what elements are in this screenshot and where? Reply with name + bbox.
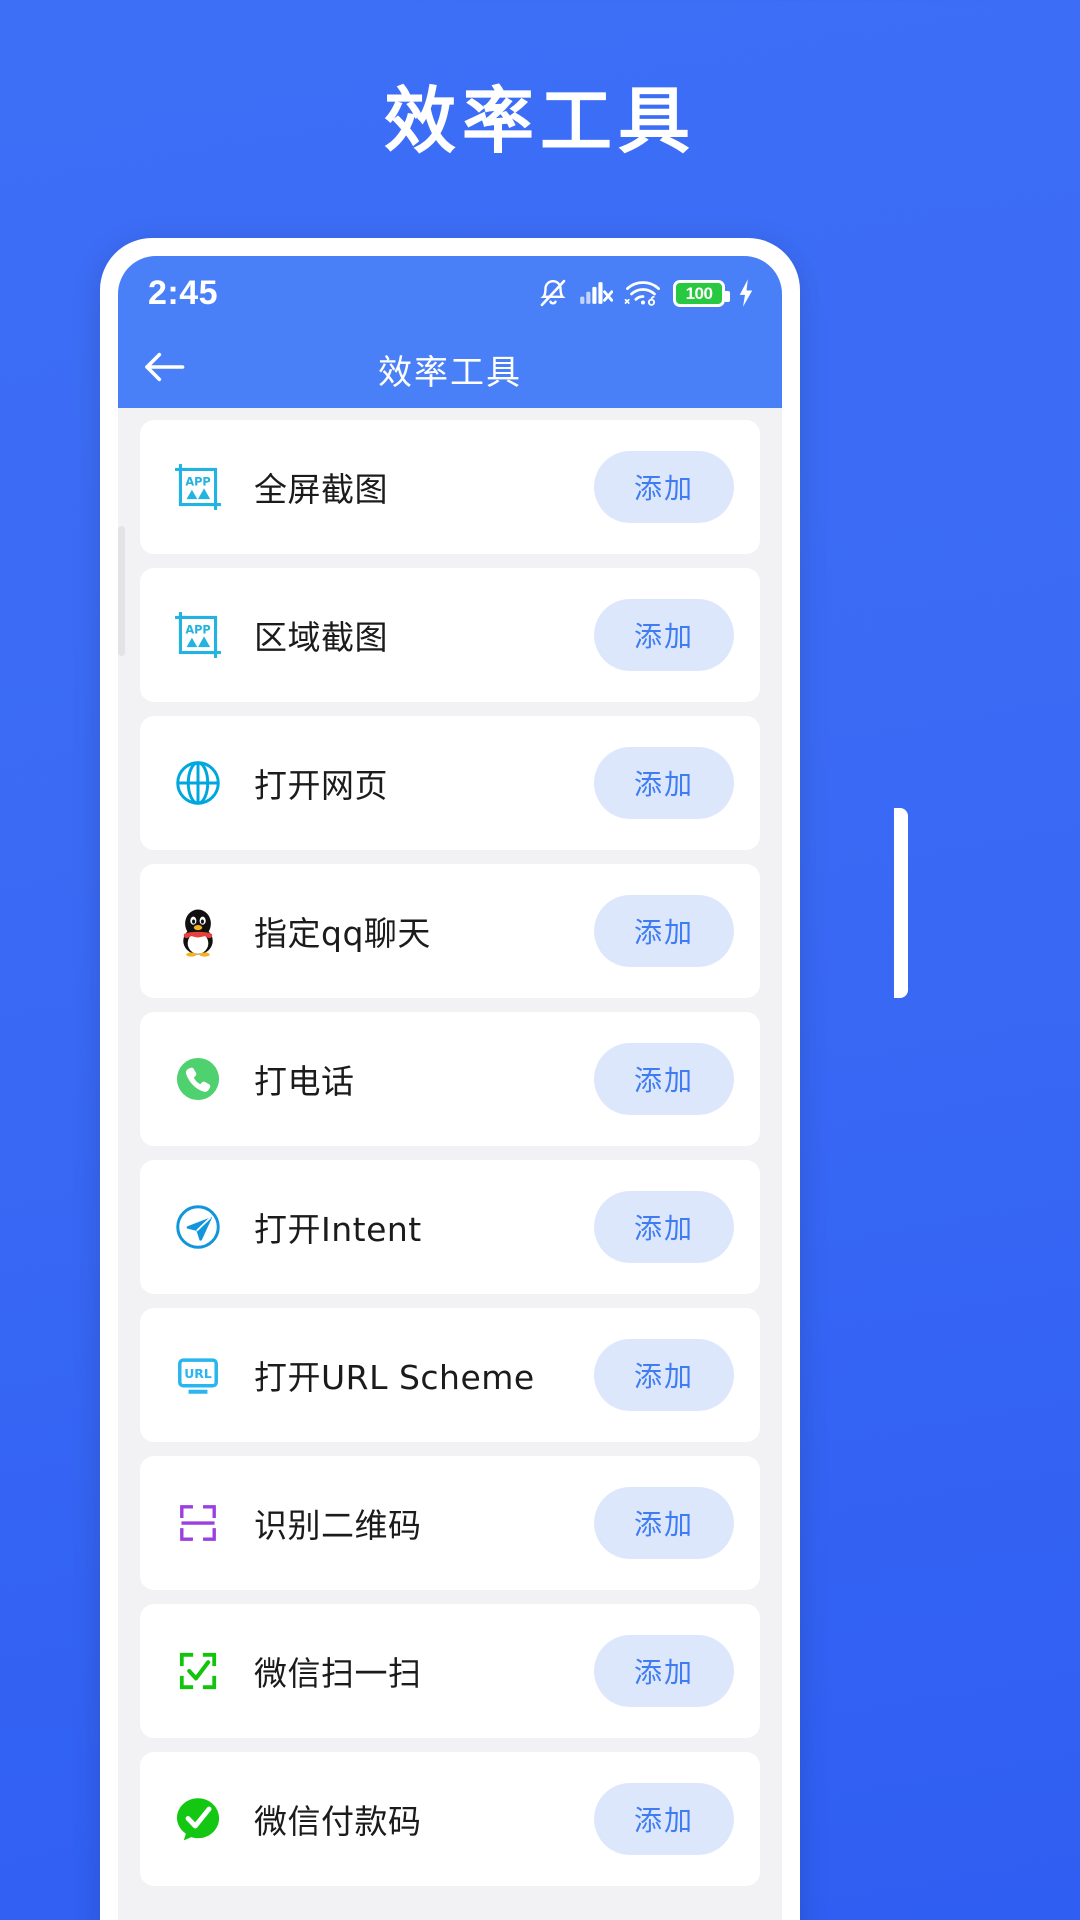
tools-list[interactable]: APP 全屏截图 添加 APP 区域截图 添加 打开网页 添加 指定qq聊天 添… — [118, 408, 782, 1920]
table-row[interactable]: URL 打开URL Scheme 添加 — [140, 1308, 760, 1442]
signal-off-icon — [579, 278, 613, 308]
page-title: 效率工具 — [383, 79, 696, 163]
status-bar-icons: 100 — [538, 277, 756, 309]
phone-mockup: 2:45 100 效率工具 APP 全屏截图 添加 APP 区域截图 添加 打开… — [100, 238, 908, 1920]
table-row[interactable]: 微信扫一扫 添加 — [140, 1604, 760, 1738]
list-item-label: 识别二维码 — [254, 1506, 422, 1545]
list-item-label: 微信扫一扫 — [254, 1654, 422, 1693]
list-item-label: 区域截图 — [254, 618, 388, 657]
table-row[interactable]: 打开网页 添加 — [140, 716, 760, 850]
add-button[interactable]: 添加 — [593, 1043, 734, 1115]
list-item-label: 打开URL Scheme — [254, 1358, 535, 1397]
arrow-left-icon — [142, 350, 186, 389]
phone-screen: 2:45 100 效率工具 APP 全屏截图 添加 APP 区域截图 添加 打开… — [118, 256, 782, 1920]
add-button[interactable]: 添加 — [593, 1487, 734, 1559]
list-item-label: 全屏截图 — [254, 470, 388, 509]
url-monitor-icon: URL — [170, 1347, 226, 1403]
battery-level-label: 100 — [685, 283, 713, 303]
add-button[interactable]: 添加 — [593, 747, 734, 819]
qr-scan-icon — [170, 1495, 226, 1551]
list-item-label: 微信付款码 — [254, 1802, 422, 1841]
table-row[interactable]: 指定qq聊天 添加 — [140, 864, 760, 998]
wechat-pay-icon — [170, 1791, 226, 1847]
add-button[interactable]: 添加 — [593, 1783, 734, 1855]
nav-bar-title: 效率工具 — [378, 352, 522, 393]
back-button[interactable] — [118, 350, 210, 389]
wechat-scan-icon — [170, 1643, 226, 1699]
svg-text:URL: URL — [184, 1366, 212, 1381]
nav-bar: 效率工具 — [118, 330, 782, 408]
add-button[interactable]: 添加 — [593, 1635, 734, 1707]
wifi6-icon — [624, 278, 662, 308]
list-item-label: 打开网页 — [254, 766, 388, 805]
list-item-label: 打电话 — [254, 1062, 355, 1101]
table-row[interactable]: 识别二维码 添加 — [140, 1456, 760, 1590]
svg-text:APP: APP — [185, 623, 210, 637]
charging-bolt-icon — [736, 278, 756, 308]
status-bar-time: 2:45 — [148, 273, 219, 312]
globe-icon — [170, 755, 226, 811]
region-capture-icon: APP — [170, 607, 226, 663]
send-intent-icon — [170, 1199, 226, 1255]
table-row[interactable]: APP 区域截图 添加 — [140, 568, 760, 702]
list-item-label: 打开Intent — [254, 1210, 422, 1249]
table-row[interactable]: 微信付款码 添加 — [140, 1752, 760, 1886]
table-row[interactable]: 打开Intent 添加 — [140, 1160, 760, 1294]
fullscreen-capture-icon: APP — [170, 459, 226, 515]
table-row[interactable]: 打电话 添加 — [140, 1012, 760, 1146]
add-button[interactable]: 添加 — [593, 451, 734, 523]
status-bar: 2:45 100 — [118, 256, 782, 330]
battery-icon: 100 — [673, 279, 730, 307]
phone-call-icon — [170, 1051, 226, 1107]
phone-side-button-power — [894, 808, 908, 998]
table-row[interactable]: APP 全屏截图 添加 — [140, 420, 760, 554]
add-button[interactable]: 添加 — [593, 599, 734, 671]
scrollbar-thumb[interactable] — [118, 526, 125, 656]
qq-penguin-icon — [170, 903, 226, 959]
add-button[interactable]: 添加 — [593, 1191, 734, 1263]
add-button[interactable]: 添加 — [593, 895, 734, 967]
list-item-label: 指定qq聊天 — [254, 914, 431, 953]
bell-muted-icon — [538, 277, 568, 309]
add-button[interactable]: 添加 — [593, 1339, 734, 1411]
svg-text:APP: APP — [185, 475, 210, 489]
